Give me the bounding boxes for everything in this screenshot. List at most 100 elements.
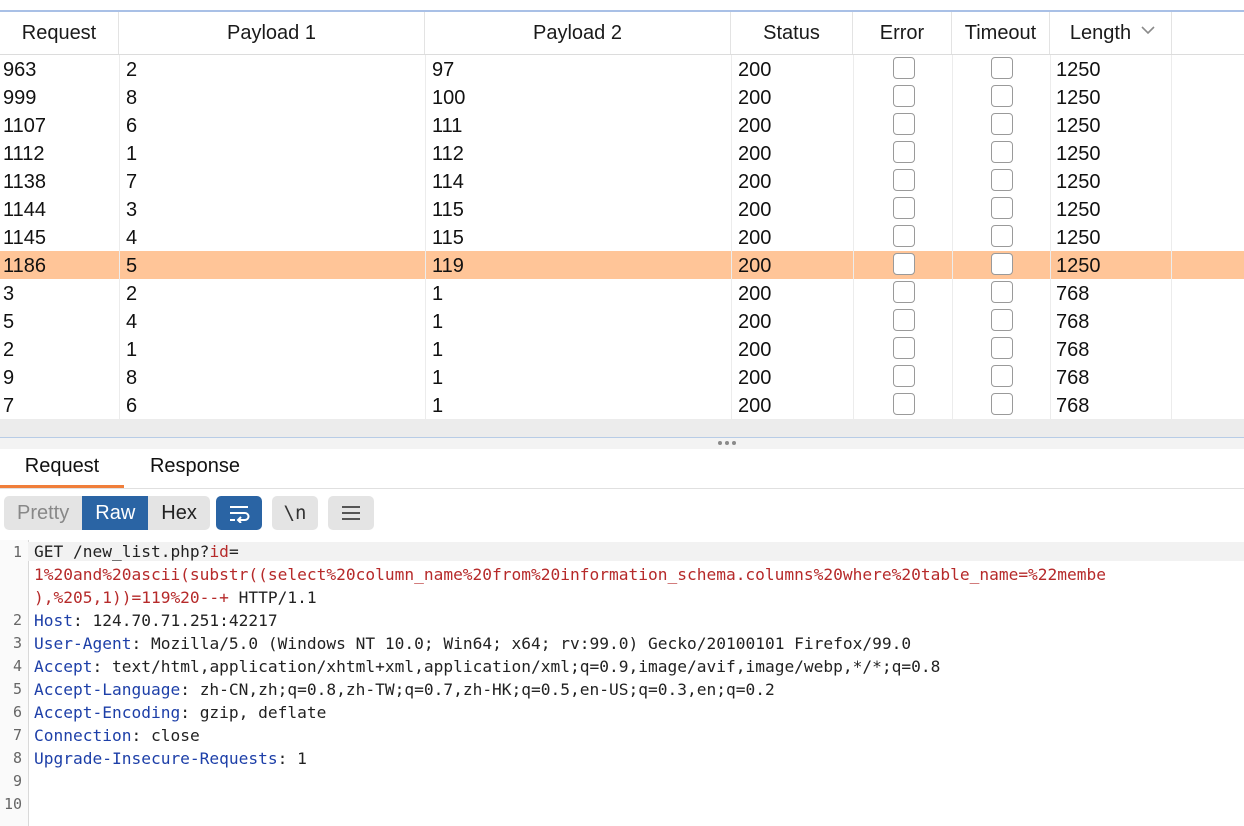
- error-checkbox: [893, 85, 915, 107]
- cell-payload1: 3: [126, 199, 138, 221]
- horizontal-scrollbar[interactable]: [0, 419, 1244, 438]
- table-row[interactable]: 1145 4 115 200 1250: [0, 223, 1244, 251]
- header-separator: :: [131, 726, 151, 745]
- header-value: Mozilla/5.0 (Windows NT 10.0; Win64; x64…: [150, 634, 912, 653]
- error-checkbox: [893, 337, 915, 359]
- column-header-length[interactable]: Length: [1050, 12, 1172, 54]
- cell-payload1: 8: [126, 87, 138, 109]
- header-value: zh-CN,zh;q=0.8,zh-TW;q=0.7,zh-HK;q=0.5,e…: [199, 680, 775, 699]
- table-row[interactable]: 7 6 1 200 768: [0, 391, 1244, 419]
- message-tabs: Request Response: [0, 448, 1244, 489]
- error-checkbox: [893, 169, 915, 191]
- drag-handle-icon[interactable]: [718, 441, 736, 445]
- header-name: Accept-Language: [34, 680, 181, 699]
- header-value: gzip, deflate: [199, 703, 327, 722]
- view-mode-switch: Pretty Raw Hex: [4, 496, 210, 530]
- cell-payload2: 1: [432, 283, 444, 305]
- cell-status: 200: [738, 87, 772, 109]
- header-value: 1: [297, 749, 307, 768]
- pretty-button[interactable]: Pretty: [4, 496, 82, 530]
- request-line: GET /new_list.php?id=: [28, 542, 1244, 561]
- timeout-checkbox: [991, 309, 1013, 331]
- cell-payload1: 2: [126, 283, 138, 305]
- column-header-payload2[interactable]: Payload 2: [425, 12, 731, 54]
- cell-length: 1250: [1056, 171, 1101, 193]
- tab-request[interactable]: Request: [0, 448, 124, 488]
- sort-descending-icon: [1141, 25, 1155, 35]
- line-number: 10: [3, 795, 22, 813]
- cell-length: 768: [1056, 311, 1090, 333]
- table-row[interactable]: 2 1 1 200 768: [0, 335, 1244, 363]
- column-header-length-label: Length: [1069, 22, 1132, 44]
- cell-status: 200: [738, 255, 772, 277]
- cell-length: 1250: [1056, 255, 1101, 277]
- header-separator: :: [180, 680, 200, 699]
- timeout-checkbox: [991, 281, 1013, 303]
- timeout-checkbox: [991, 197, 1013, 219]
- header-line: User-Agent: Mozilla/5.0 (Windows NT 10.0…: [34, 634, 911, 653]
- cell-request: 999: [3, 87, 37, 109]
- timeout-checkbox: [991, 365, 1013, 387]
- wrap-lines-button[interactable]: [216, 496, 262, 530]
- cell-length: 1250: [1056, 199, 1101, 221]
- table-row[interactable]: 3 2 1 200 768: [0, 279, 1244, 307]
- timeout-checkbox: [991, 113, 1013, 135]
- error-checkbox: [893, 253, 915, 275]
- column-header-payload1[interactable]: Payload 1: [119, 12, 425, 54]
- cell-length: 1250: [1056, 87, 1101, 109]
- column-divider: [731, 55, 732, 419]
- table-row[interactable]: 963 2 97 200 1250: [0, 55, 1244, 83]
- line-number-gutter: 1 2 3 4 5 6 7 8 9 10: [0, 540, 29, 826]
- table-row[interactable]: 1138 7 114 200 1250: [0, 167, 1244, 195]
- header-separator: :: [180, 703, 200, 722]
- hex-button[interactable]: Hex: [148, 496, 210, 530]
- error-checkbox: [893, 281, 915, 303]
- table-row[interactable]: 1144 3 115 200 1250: [0, 195, 1244, 223]
- cell-payload2: 115: [432, 199, 464, 221]
- timeout-checkbox: [991, 141, 1013, 163]
- request-editor[interactable]: 1 2 3 4 5 6 7 8 9 10 GET /new_list.php?i…: [0, 540, 1244, 826]
- cell-request: 1186: [3, 255, 47, 277]
- raw-button[interactable]: Raw: [82, 496, 149, 530]
- column-header-timeout[interactable]: Timeout: [952, 12, 1050, 54]
- http-protocol: HTTP/1.1: [228, 588, 317, 607]
- header-name: Upgrade-Insecure-Requests: [34, 749, 278, 768]
- cell-status: 200: [738, 171, 772, 193]
- cell-length: 768: [1056, 339, 1090, 361]
- column-divider: [119, 55, 120, 419]
- cell-request: 1107: [3, 115, 47, 137]
- table-row[interactable]: 1107 6 111 200 1250: [0, 111, 1244, 139]
- table-row[interactable]: 1186 5 119 200 1250: [0, 251, 1244, 279]
- menu-button[interactable]: [328, 496, 374, 530]
- cell-length: 1250: [1056, 115, 1101, 137]
- table-row[interactable]: 999 8 100 200 1250: [0, 83, 1244, 111]
- timeout-checkbox: [991, 337, 1013, 359]
- cell-length: 1250: [1056, 227, 1101, 249]
- column-header-request[interactable]: Request: [0, 12, 119, 54]
- tab-response[interactable]: Response: [130, 448, 260, 488]
- header-value: close: [150, 726, 200, 745]
- header-separator: :: [277, 749, 298, 768]
- cell-status: 200: [738, 339, 772, 361]
- query-param-name: id: [209, 542, 229, 561]
- error-checkbox: [893, 365, 915, 387]
- table-row[interactable]: 5 4 1 200 768: [0, 307, 1244, 335]
- cell-request: 1138: [3, 171, 47, 193]
- table-row[interactable]: 1112 1 112 200 1250: [0, 139, 1244, 167]
- error-checkbox: [893, 113, 915, 135]
- column-header-error[interactable]: Error: [853, 12, 952, 54]
- header-line: Upgrade-Insecure-Requests: 1: [34, 749, 307, 768]
- timeout-checkbox: [991, 393, 1013, 415]
- header-name: Accept-Encoding: [34, 703, 181, 722]
- newline-icon: \n: [283, 502, 307, 524]
- show-newlines-button[interactable]: \n: [272, 496, 318, 530]
- header-line: Accept-Language: zh-CN,zh;q=0.8,zh-TW;q=…: [34, 680, 775, 699]
- header-separator: :: [72, 611, 93, 630]
- header-value: 124.70.71.251:42217: [92, 611, 278, 630]
- column-header-status[interactable]: Status: [731, 12, 853, 54]
- timeout-checkbox: [991, 225, 1013, 247]
- cell-request: 2: [3, 339, 15, 361]
- table-row[interactable]: 9 8 1 200 768: [0, 363, 1244, 391]
- cell-payload1: 7: [126, 171, 138, 193]
- line-number: 4: [12, 657, 22, 675]
